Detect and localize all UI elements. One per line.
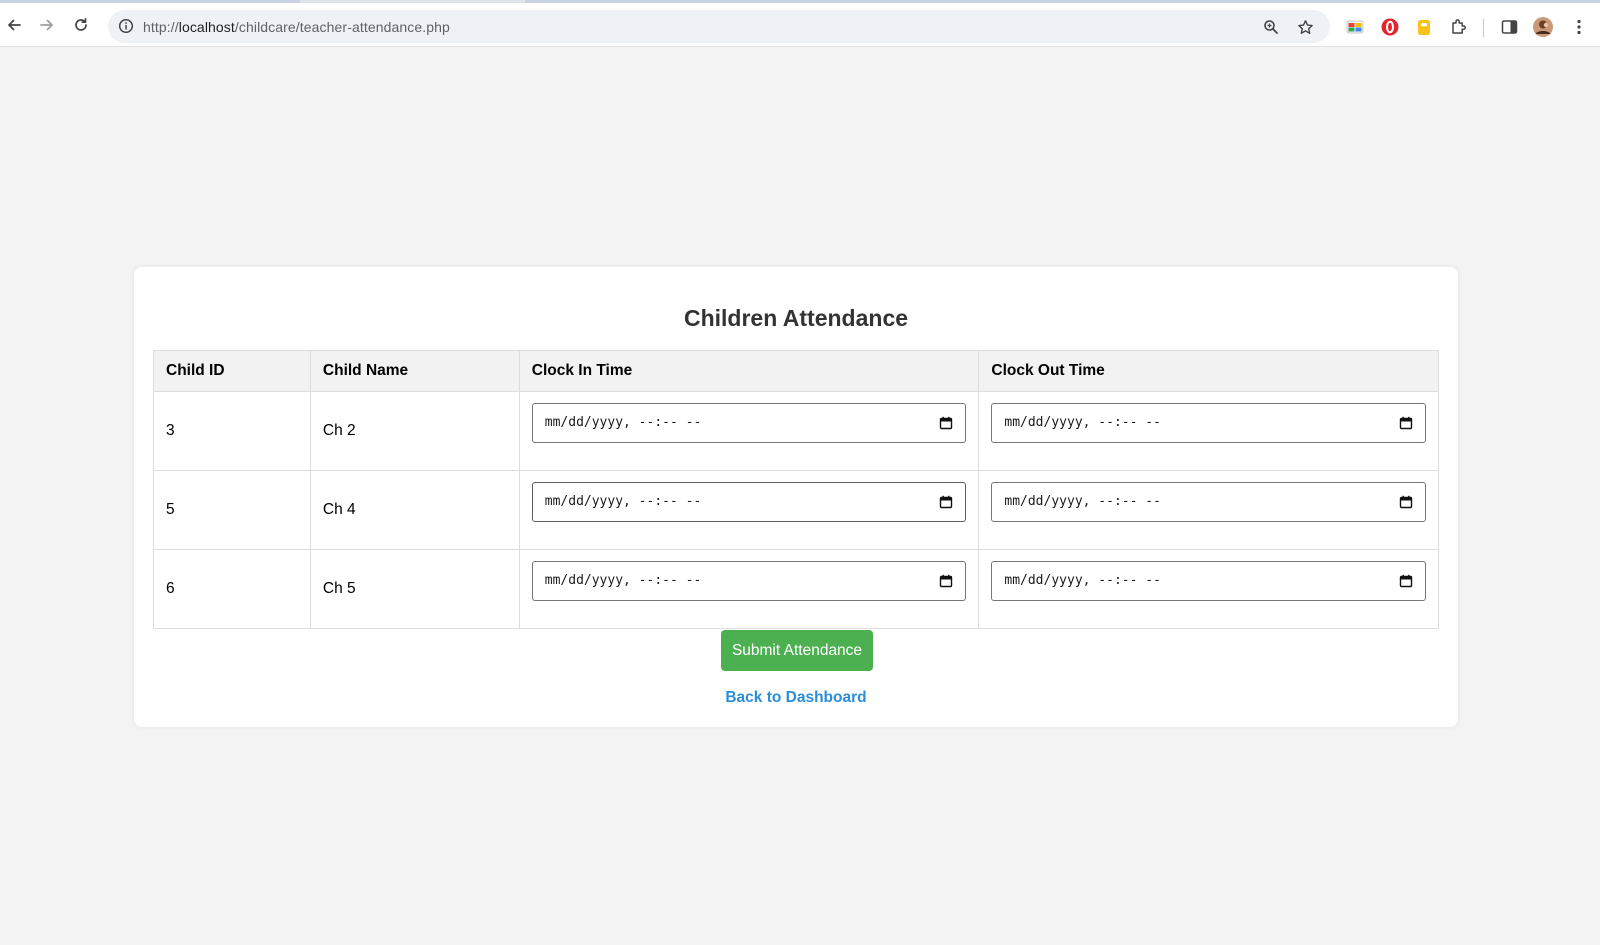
page-title: Children Attendance — [683, 305, 909, 331]
datetime-placeholder: mm/dd/yyyy, --:-- -- — [544, 573, 702, 588]
clock-out-input[interactable]: mm/dd/yyyy, --:-- -- — [991, 561, 1426, 601]
attendance-card: Children Attendance Child ID Child Name … — [134, 267, 1458, 727]
submit-attendance-button[interactable]: Submit Attendance — [721, 630, 873, 671]
child-id-cell: 3 — [153, 391, 311, 471]
table-row: 6 Ch 5 mm/dd/yyyy, --:-- -- mm/dd/yyyy, … — [153, 549, 1439, 629]
child-id-cell: 6 — [153, 549, 311, 629]
column-header-clock-in: Clock In Time — [518, 350, 980, 392]
puzzle-icon[interactable] — [1448, 16, 1470, 38]
column-header-child-name: Child Name — [309, 350, 520, 392]
child-name-cell: Ch 4 — [309, 470, 520, 550]
extension-icon[interactable] — [1344, 16, 1366, 38]
datetime-placeholder: mm/dd/yyyy, --:-- -- — [1004, 415, 1161, 430]
back-to-dashboard-link[interactable]: Back to Dashboard — [134, 689, 1458, 707]
clock-in-input[interactable]: mm/dd/yyyy, --:-- -- — [531, 561, 967, 601]
datetime-placeholder: mm/dd/yyyy, --:-- -- — [1004, 494, 1161, 509]
star-icon[interactable] — [1294, 16, 1316, 38]
clock-in-input[interactable]: mm/dd/yyyy, --:-- -- — [531, 403, 967, 443]
clock-out-cell: mm/dd/yyyy, --:-- -- — [978, 470, 1439, 550]
address-bar[interactable]: http://localhost/childcare/teacher-atten… — [108, 10, 1330, 43]
reload-icon[interactable] — [68, 12, 94, 38]
calendar-icon[interactable] — [1399, 574, 1413, 588]
calendar-icon[interactable] — [939, 495, 953, 509]
zoom-icon[interactable] — [1260, 16, 1282, 38]
url-prefix: http:// — [143, 19, 179, 35]
datetime-placeholder: mm/dd/yyyy, --:-- -- — [1004, 573, 1161, 588]
profile-avatar[interactable] — [1532, 16, 1554, 38]
toolbar-separator — [1483, 19, 1484, 37]
clock-out-cell: mm/dd/yyyy, --:-- -- — [978, 391, 1439, 471]
clock-in-cell: mm/dd/yyyy, --:-- -- — [518, 391, 980, 471]
url-host: localhost — [178, 19, 235, 35]
side-panel-icon[interactable] — [1498, 16, 1520, 38]
child-id-cell: 5 — [153, 470, 311, 550]
table-row: 3 Ch 2 mm/dd/yyyy, --:-- -- mm/dd/yyyy, … — [153, 391, 1439, 471]
clock-in-input[interactable]: mm/dd/yyyy, --:-- -- — [531, 482, 967, 522]
calendar-icon[interactable] — [1399, 416, 1413, 430]
menu-icon[interactable] — [1568, 16, 1590, 38]
calendar-icon[interactable] — [939, 416, 953, 430]
table-header-row: Child ID Child Name Clock In Time Clock … — [153, 350, 1439, 392]
column-header-clock-out: Clock Out Time — [978, 350, 1439, 392]
browser-toolbar: http://localhost/childcare/teacher-atten… — [0, 3, 1600, 47]
calendar-icon[interactable] — [1399, 495, 1413, 509]
datetime-placeholder: mm/dd/yyyy, --:-- -- — [544, 494, 702, 509]
info-icon[interactable] — [116, 16, 136, 36]
datetime-placeholder: mm/dd/yyyy, --:-- -- — [544, 415, 702, 430]
extension-icon[interactable] — [1379, 16, 1401, 38]
attendance-table: Child ID Child Name Clock In Time Clock … — [153, 350, 1439, 629]
back-arrow-icon[interactable] — [1, 12, 27, 38]
extension-icon[interactable] — [1413, 16, 1435, 38]
forward-arrow-icon[interactable] — [34, 12, 60, 38]
url-path: /childcare/teacher-attendance.php — [234, 19, 450, 35]
calendar-icon[interactable] — [939, 574, 953, 588]
clock-out-input[interactable]: mm/dd/yyyy, --:-- -- — [991, 482, 1426, 522]
column-header-child-id: Child ID — [153, 350, 311, 392]
child-name-cell: Ch 2 — [309, 391, 520, 471]
child-name-cell: Ch 5 — [309, 549, 520, 629]
url-text[interactable]: http://localhost/childcare/teacher-atten… — [143, 19, 450, 35]
clock-in-cell: mm/dd/yyyy, --:-- -- — [518, 470, 980, 550]
clock-in-cell: mm/dd/yyyy, --:-- -- — [518, 549, 980, 629]
table-row: 5 Ch 4 mm/dd/yyyy, --:-- -- mm/dd/yyyy, … — [153, 470, 1439, 550]
clock-out-cell: mm/dd/yyyy, --:-- -- — [978, 549, 1439, 629]
clock-out-input[interactable]: mm/dd/yyyy, --:-- -- — [991, 403, 1426, 443]
